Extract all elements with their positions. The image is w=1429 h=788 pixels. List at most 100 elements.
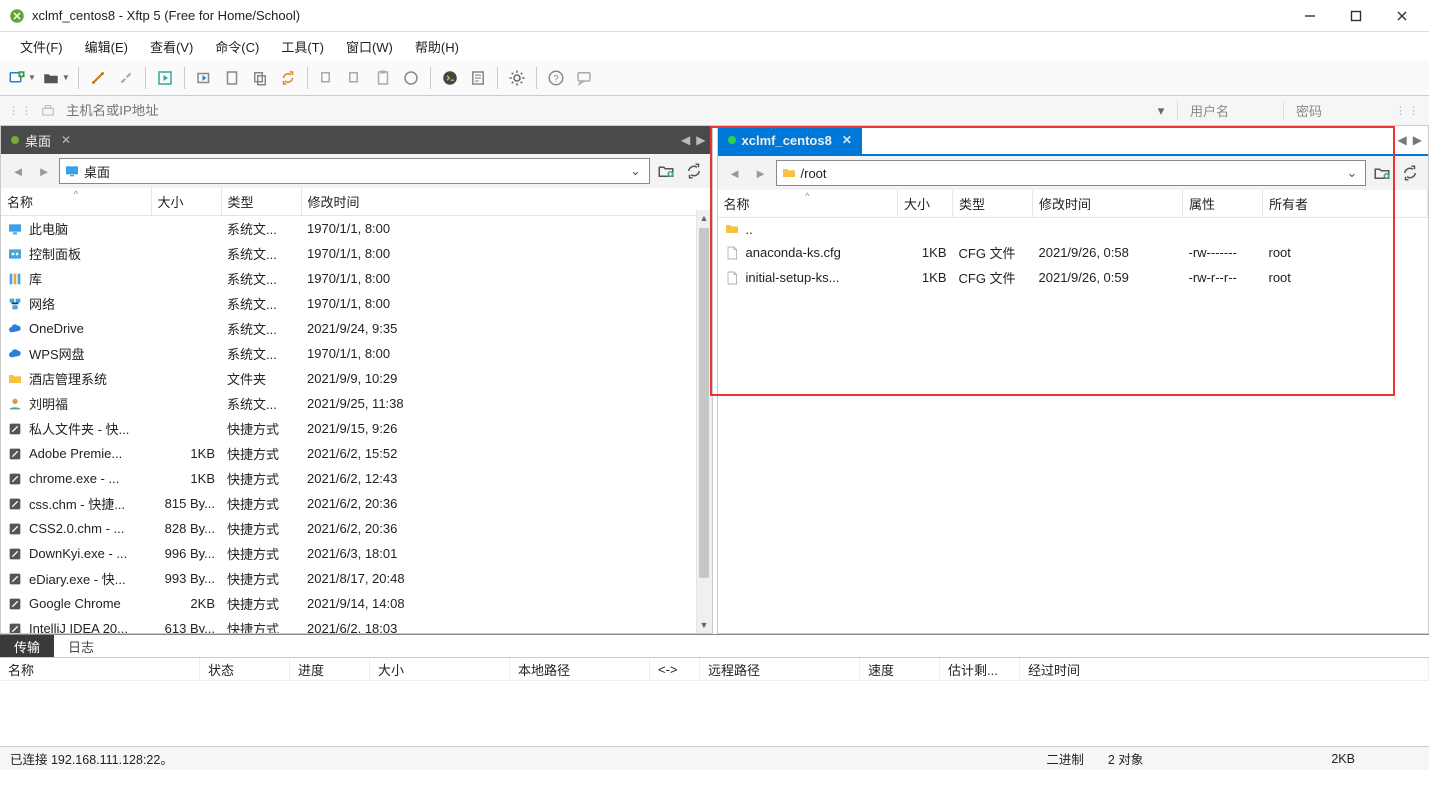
table-row[interactable]: initial-setup-ks...1KBCFG 文件2021/9/26, 0… — [718, 265, 1428, 290]
local-file-list[interactable]: ^名称 大小 类型 修改时间 此电脑系统文...1970/1/1, 8:00控制… — [1, 188, 712, 633]
table-row[interactable]: IntelliJ IDEA 20...613 By...快捷方式2021/6/2… — [1, 616, 711, 633]
table-row[interactable]: OneDrive系统文...2021/9/24, 9:35 — [1, 316, 711, 341]
download-icon[interactable] — [342, 65, 368, 91]
close-icon[interactable]: ✕ — [61, 133, 71, 147]
col-type[interactable]: 类型 — [221, 188, 301, 216]
chat-icon[interactable] — [571, 65, 597, 91]
settings-icon[interactable] — [504, 65, 530, 91]
new-folder-button[interactable] — [1370, 161, 1394, 185]
refresh-button[interactable] — [682, 159, 706, 183]
forward-button[interactable]: ► — [33, 160, 55, 182]
tab-prev-icon[interactable]: ◀ — [1398, 133, 1407, 147]
table-row[interactable]: Adobe Premie...1KB快捷方式2021/6/2, 15:52 — [1, 441, 711, 466]
reconnect-icon[interactable] — [152, 65, 178, 91]
tab-remote-session[interactable]: xclmf_centos8 ✕ — [718, 126, 862, 154]
paste-icon[interactable] — [370, 65, 396, 91]
table-row[interactable]: CSS2.0.chm - ...828 By...快捷方式2021/6/2, 2… — [1, 516, 711, 541]
table-row[interactable]: 刘明福系统文...2021/9/25, 11:38 — [1, 391, 711, 416]
col-size[interactable]: 大小 — [898, 190, 953, 218]
remote-path-combo[interactable]: /root ⌄ — [776, 160, 1367, 186]
scroll-thumb[interactable] — [699, 228, 709, 578]
table-row[interactable]: DownKyi.exe - ...996 By...快捷方式2021/6/3, … — [1, 541, 711, 566]
table-row[interactable]: 控制面板系统文...1970/1/1, 8:00 — [1, 241, 711, 266]
disconnect-icon[interactable] — [113, 65, 139, 91]
col-name[interactable]: ^名称 — [718, 190, 898, 218]
menu-tools[interactable]: 工具(T) — [271, 33, 334, 60]
tcol-eta[interactable]: 估计剩... — [940, 658, 1020, 680]
scroll-down-icon[interactable]: ▼ — [697, 617, 712, 633]
remote-file-list[interactable]: ^名称 大小 类型 修改时间 属性 所有者 ..anaconda-ks.cfg1… — [718, 190, 1429, 633]
new-file-icon[interactable] — [219, 65, 245, 91]
terminal-icon[interactable] — [437, 65, 463, 91]
username-field[interactable]: 用户名 — [1177, 101, 1277, 120]
table-row[interactable]: anaconda-ks.cfg1KBCFG 文件2021/9/26, 0:58-… — [718, 240, 1428, 265]
col-type[interactable]: 类型 — [953, 190, 1033, 218]
col-mtime[interactable]: 修改时间 — [1033, 190, 1183, 218]
copy-icon[interactable] — [247, 65, 273, 91]
password-field[interactable]: 密码 — [1283, 101, 1383, 120]
tcol-elapsed[interactable]: 经过时间 — [1020, 658, 1429, 680]
new-folder-button[interactable] — [654, 159, 678, 183]
tcol-dir[interactable]: <-> — [650, 658, 700, 680]
refresh-button[interactable] — [1398, 161, 1422, 185]
table-row[interactable]: Google Chrome2KB快捷方式2021/9/14, 14:08 — [1, 591, 711, 616]
table-row[interactable]: 酒店管理系统文件夹2021/9/9, 10:29 — [1, 366, 711, 391]
new-session-button[interactable]: ▼ — [6, 65, 38, 91]
table-row[interactable]: css.chm - 快捷...815 By...快捷方式2021/6/2, 20… — [1, 491, 711, 516]
tab-next-icon[interactable]: ▶ — [1413, 133, 1422, 147]
back-button[interactable]: ◄ — [7, 160, 29, 182]
table-row[interactable]: 网络系统文...1970/1/1, 8:00 — [1, 291, 711, 316]
close-button[interactable] — [1379, 1, 1425, 31]
col-mtime[interactable]: 修改时间 — [301, 188, 711, 216]
col-perm[interactable]: 属性 — [1183, 190, 1263, 218]
tab-transfer[interactable]: 传输 — [0, 635, 54, 657]
menu-edit[interactable]: 编辑(E) — [75, 33, 138, 60]
col-name[interactable]: ^名称 — [1, 188, 151, 216]
table-row[interactable]: 私人文件夹 - 快...快捷方式2021/9/15, 9:26 — [1, 416, 711, 441]
menu-view[interactable]: 查看(V) — [140, 33, 203, 60]
menu-window[interactable]: 窗口(W) — [336, 33, 403, 60]
properties-icon[interactable] — [398, 65, 424, 91]
tcol-status[interactable]: 状态 — [200, 658, 290, 680]
open-session-button[interactable]: ▼ — [40, 65, 72, 91]
col-owner[interactable]: 所有者 — [1263, 190, 1428, 218]
help-icon[interactable]: ? — [543, 65, 569, 91]
sync-icon[interactable] — [275, 65, 301, 91]
forward-button[interactable]: ► — [750, 162, 772, 184]
close-icon[interactable]: ✕ — [842, 133, 852, 147]
tcol-size[interactable]: 大小 — [370, 658, 510, 680]
tcol-speed[interactable]: 速度 — [860, 658, 940, 680]
tab-next-icon[interactable]: ▶ — [696, 133, 705, 147]
table-row[interactable]: WPS网盘系统文...1970/1/1, 8:00 — [1, 341, 711, 366]
scrollbar[interactable]: ▲ ▼ — [696, 210, 712, 633]
minimize-button[interactable] — [1287, 1, 1333, 31]
menu-command[interactable]: 命令(C) — [205, 33, 269, 60]
col-size[interactable]: 大小 — [151, 188, 221, 216]
table-row[interactable]: .. — [718, 218, 1428, 241]
host-input[interactable] — [62, 100, 1145, 122]
editor-icon[interactable] — [465, 65, 491, 91]
tab-prev-icon[interactable]: ◀ — [681, 133, 690, 147]
host-dropdown-icon[interactable]: ▾ — [1151, 103, 1171, 119]
menu-file[interactable]: 文件(F) — [10, 33, 73, 60]
table-row[interactable]: eDiary.exe - 快...993 By...快捷方式2021/8/17,… — [1, 566, 711, 591]
tcol-name[interactable]: 名称 — [0, 658, 200, 680]
maximize-button[interactable] — [1333, 1, 1379, 31]
tab-log[interactable]: 日志 — [54, 635, 108, 657]
menu-help[interactable]: 帮助(H) — [405, 33, 469, 60]
local-path-combo[interactable]: 桌面 ⌄ — [59, 158, 650, 184]
table-row[interactable]: chrome.exe - ...1KB快捷方式2021/6/2, 12:43 — [1, 466, 711, 491]
chevron-down-icon[interactable]: ⌄ — [1343, 165, 1361, 181]
table-row[interactable]: 库系统文...1970/1/1, 8:00 — [1, 266, 711, 291]
tcol-progress[interactable]: 进度 — [290, 658, 370, 680]
tcol-lpath[interactable]: 本地路径 — [510, 658, 650, 680]
chevron-down-icon[interactable]: ⌄ — [627, 163, 645, 179]
tab-local-desktop[interactable]: 桌面 ✕ — [1, 126, 81, 154]
connect-icon[interactable] — [85, 65, 111, 91]
scroll-up-icon[interactable]: ▲ — [697, 210, 712, 226]
new-window-icon[interactable] — [191, 65, 217, 91]
table-row[interactable]: 此电脑系统文...1970/1/1, 8:00 — [1, 216, 711, 242]
upload-icon[interactable] — [314, 65, 340, 91]
tcol-rpath[interactable]: 远程路径 — [700, 658, 860, 680]
back-button[interactable]: ◄ — [724, 162, 746, 184]
